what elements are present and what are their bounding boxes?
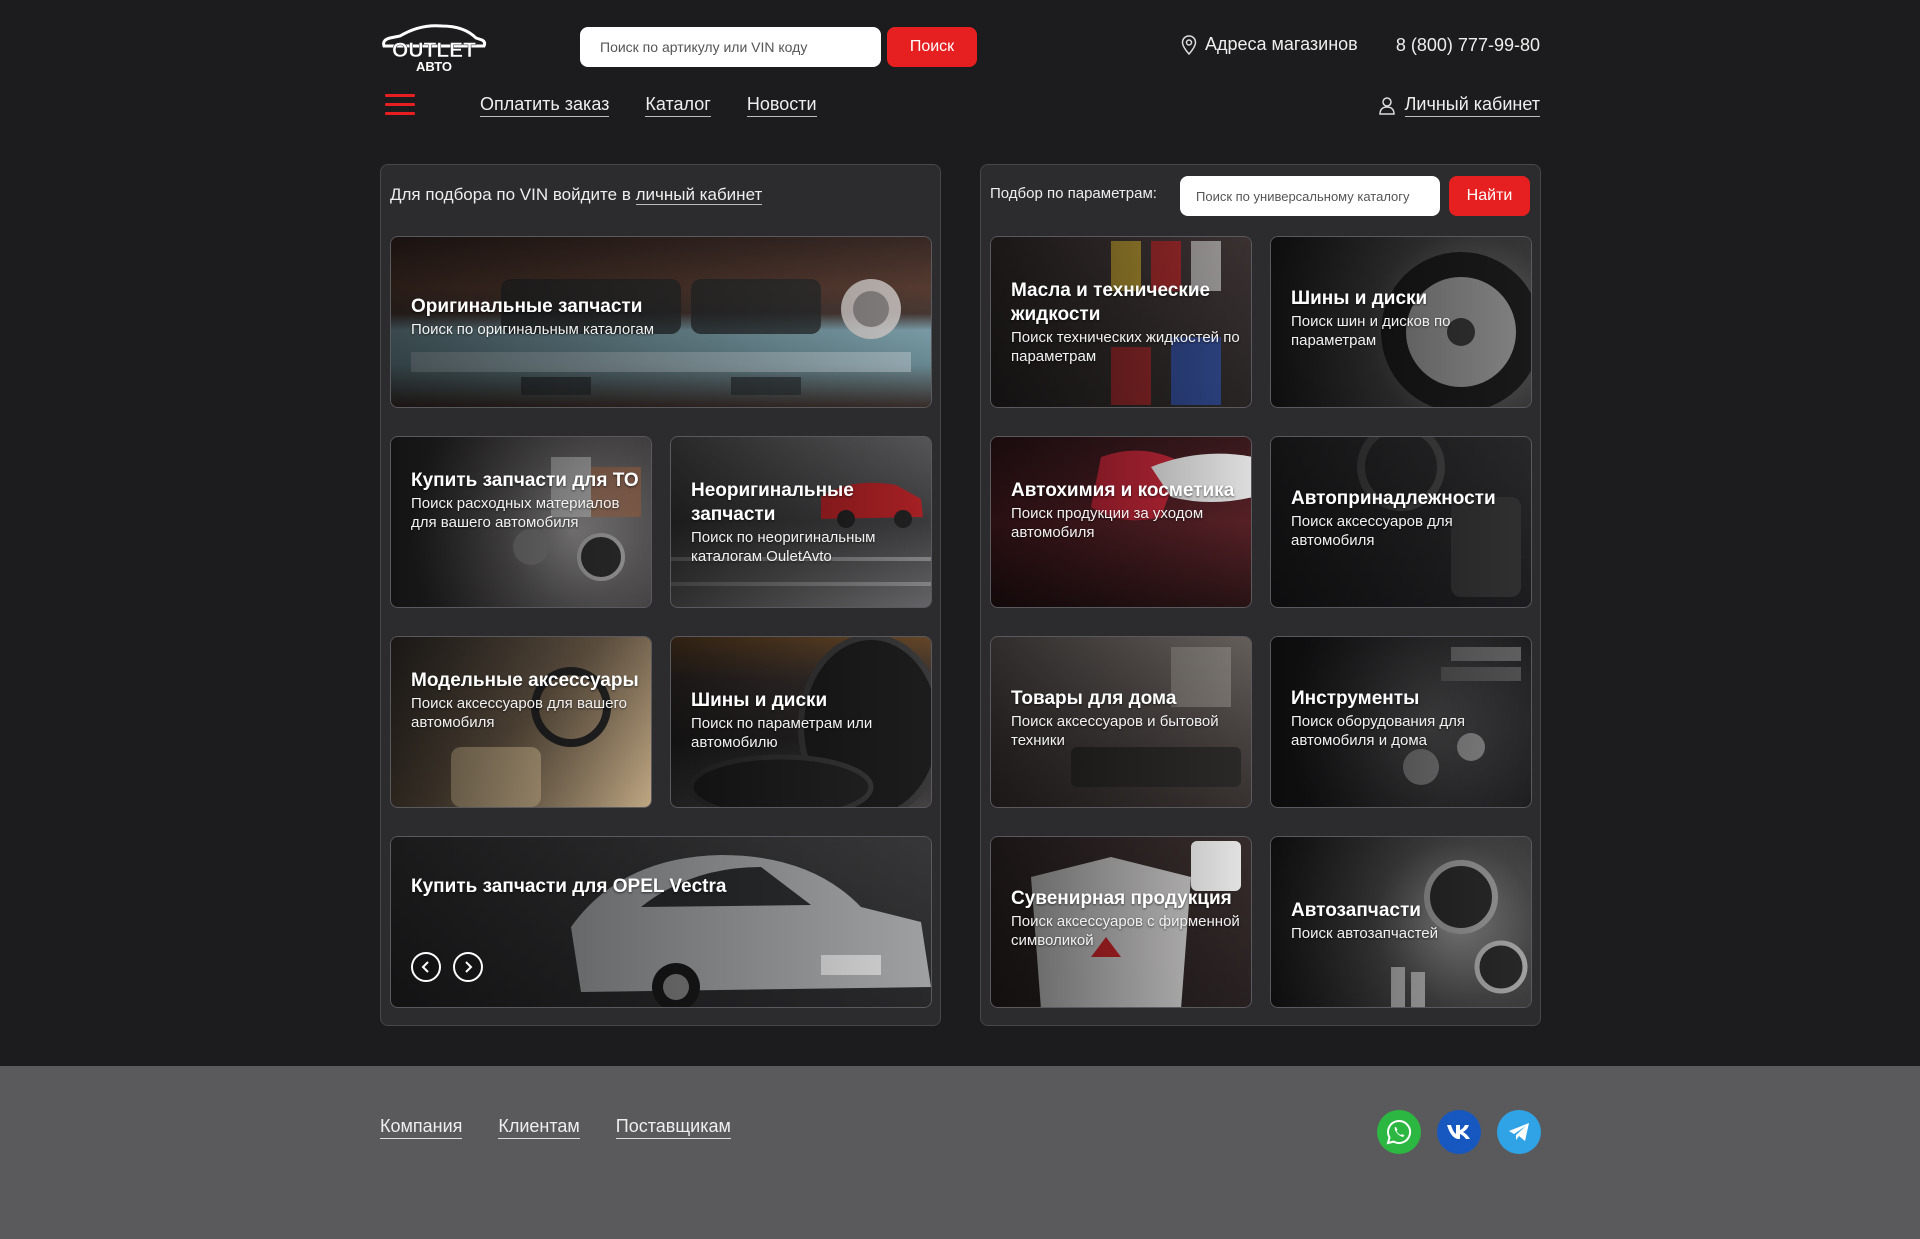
card-autochemistry[interactable]: Автохимия и косметика Поиск продукции за… — [990, 436, 1252, 608]
card-subtitle: Поиск по оригинальным каталогам — [411, 321, 655, 338]
card-subtitle: Поиск продукции за уходом автомобиля — [1011, 505, 1204, 541]
vin-cabinet-link[interactable]: личный кабинет — [635, 185, 763, 205]
card-subtitle: Поиск шин и дисков по параметрам — [1291, 313, 1451, 349]
stores-link-label: Адреса магазинов — [1205, 34, 1358, 54]
card-title: Купить запчасти для OPEL Vectra — [411, 876, 727, 897]
card-subtitle: Поиск расходных материалов для вашего ав… — [411, 495, 620, 531]
chevron-right-icon[interactable] — [453, 952, 483, 982]
card-tools[interactable]: Инструменты Поиск оборудования для автом… — [1270, 636, 1532, 808]
card-autoparts[interactable]: Автозапчасти Поиск автозапчастей — [1270, 836, 1532, 1008]
location-pin-icon — [1181, 34, 1197, 55]
stores-link[interactable]: Адреса магазинов — [1181, 34, 1358, 55]
left-panel: Для подбора по VIN войдите в личный каби… — [380, 164, 941, 1026]
card-title: Автопринадлежности — [1291, 488, 1496, 509]
cabinet-link[interactable]: Личный кабинет — [1378, 94, 1540, 117]
card-subtitle: Поиск по неоригинальным каталогам OuletA… — [691, 529, 876, 565]
card-title: Автохимия и косметика — [1011, 480, 1235, 501]
menu-burger-icon[interactable] — [385, 94, 415, 116]
footer-links: Компания Клиентам Поставщикам — [380, 1116, 731, 1139]
search-button[interactable]: Поиск — [887, 27, 977, 67]
card-nonoriginal-parts[interactable]: Неоригинальные запчасти Поиск по неориги… — [670, 436, 932, 608]
card-title: Товары для дома — [1011, 688, 1177, 709]
card-subtitle: Поиск по параметрам или автомобилю — [691, 715, 873, 751]
card-tires[interactable]: Шины и диски Поиск по параметрам или авт… — [670, 636, 932, 808]
card-subtitle: Поиск аксессуаров для вашего автомобиля — [411, 695, 627, 731]
whatsapp-icon[interactable] — [1377, 1110, 1421, 1154]
user-icon — [1378, 96, 1395, 115]
card-subtitle: Поиск аксессуаров и бытовой техники — [1011, 713, 1219, 749]
carousel-controls — [411, 952, 483, 982]
search-input[interactable] — [580, 27, 881, 67]
nav-catalog[interactable]: Каталог — [645, 94, 711, 117]
vin-hint: Для подбора по VIN войдите в личный каби… — [390, 185, 763, 205]
card-opel-vectra[interactable]: Купить запчасти для OPEL Vectra — [390, 836, 932, 1008]
cabinet-label: Личный кабинет — [1404, 94, 1540, 117]
card-wheels[interactable]: Шины и диски Поиск шин и дисков по парам… — [1270, 236, 1532, 408]
footer-link-suppliers[interactable]: Поставщикам — [615, 1116, 731, 1139]
card-model-accessories[interactable]: Модельные аксессуары Поиск аксессуаров д… — [390, 636, 652, 808]
card-subtitle: Поиск аксессуаров с фирменной символикой — [1011, 913, 1240, 949]
telegram-icon[interactable] — [1497, 1110, 1541, 1154]
card-title: Автозапчасти — [1291, 900, 1421, 921]
card-car-accessories[interactable]: Автопринадлежности Поиск аксессуаров для… — [1270, 436, 1532, 608]
card-subtitle: Поиск автозапчастей — [1291, 925, 1439, 942]
nav-news[interactable]: Новости — [746, 94, 817, 117]
card-title: Инструменты — [1291, 688, 1420, 709]
footer-link-clients[interactable]: Клиентам — [498, 1116, 580, 1139]
vin-hint-prefix: Для подбора по VIN войдите в — [390, 185, 636, 204]
card-title: Масла и технические жидкости — [1011, 280, 1211, 325]
card-title: Модельные аксессуары — [411, 670, 639, 691]
footer: Компания Клиентам Поставщикам — [0, 1066, 1920, 1239]
card-oils[interactable]: Масла и технические жидкости Поиск техни… — [990, 236, 1252, 408]
chevron-left-icon[interactable] — [411, 952, 441, 982]
card-original-parts[interactable]: Оригинальные запчасти Поиск по оригиналь… — [390, 236, 932, 408]
card-title: Шины и диски — [691, 690, 828, 711]
card-souvenirs[interactable]: Сувенирная продукция Поиск аксессуаров с… — [990, 836, 1252, 1008]
card-subtitle: Поиск технических жидкостей по параметра… — [1011, 329, 1240, 365]
phone-number[interactable]: 8 (800) 777-99-80 — [1396, 35, 1540, 56]
card-title: Сувенирная продукция — [1011, 888, 1232, 909]
card-title: Оригинальные запчасти — [411, 296, 643, 317]
logo[interactable]: OUTLET АВТО — [380, 22, 488, 74]
right-panel: Подбор по параметрам: Найти Масла и техн… — [980, 164, 1541, 1026]
card-subtitle: Поиск аксессуаров для автомобиля — [1291, 513, 1453, 549]
find-button[interactable]: Найти — [1449, 176, 1530, 216]
card-maintenance-parts[interactable]: Купить запчасти для ТО Поиск расходных м… — [390, 436, 652, 608]
card-title: Купить запчасти для ТО — [411, 470, 639, 491]
header-top: OUTLET АВТО Поиск Адреса магазинов 8 (80… — [380, 22, 1540, 74]
card-title: Неоригинальные запчасти — [691, 480, 854, 525]
universal-search-input[interactable] — [1180, 176, 1440, 216]
param-label: Подбор по параметрам: — [990, 185, 1157, 202]
header-nav: Оплатить заказ Каталог Новости Личный ка… — [380, 90, 1540, 120]
logo-text-bottom: АВТО — [416, 59, 452, 74]
social-links — [1377, 1110, 1541, 1154]
footer-link-company[interactable]: Компания — [380, 1116, 463, 1139]
search-bar: Поиск — [580, 27, 977, 67]
nav-pay-order[interactable]: Оплатить заказ — [480, 94, 610, 117]
vk-icon[interactable] — [1437, 1110, 1481, 1154]
card-title: Шины и диски — [1291, 288, 1428, 309]
card-subtitle: Поиск оборудования для автомобиля и дома — [1291, 713, 1466, 749]
card-home-goods[interactable]: Товары для дома Поиск аксессуаров и быто… — [990, 636, 1252, 808]
main-nav: Оплатить заказ Каталог Новости — [480, 94, 817, 117]
